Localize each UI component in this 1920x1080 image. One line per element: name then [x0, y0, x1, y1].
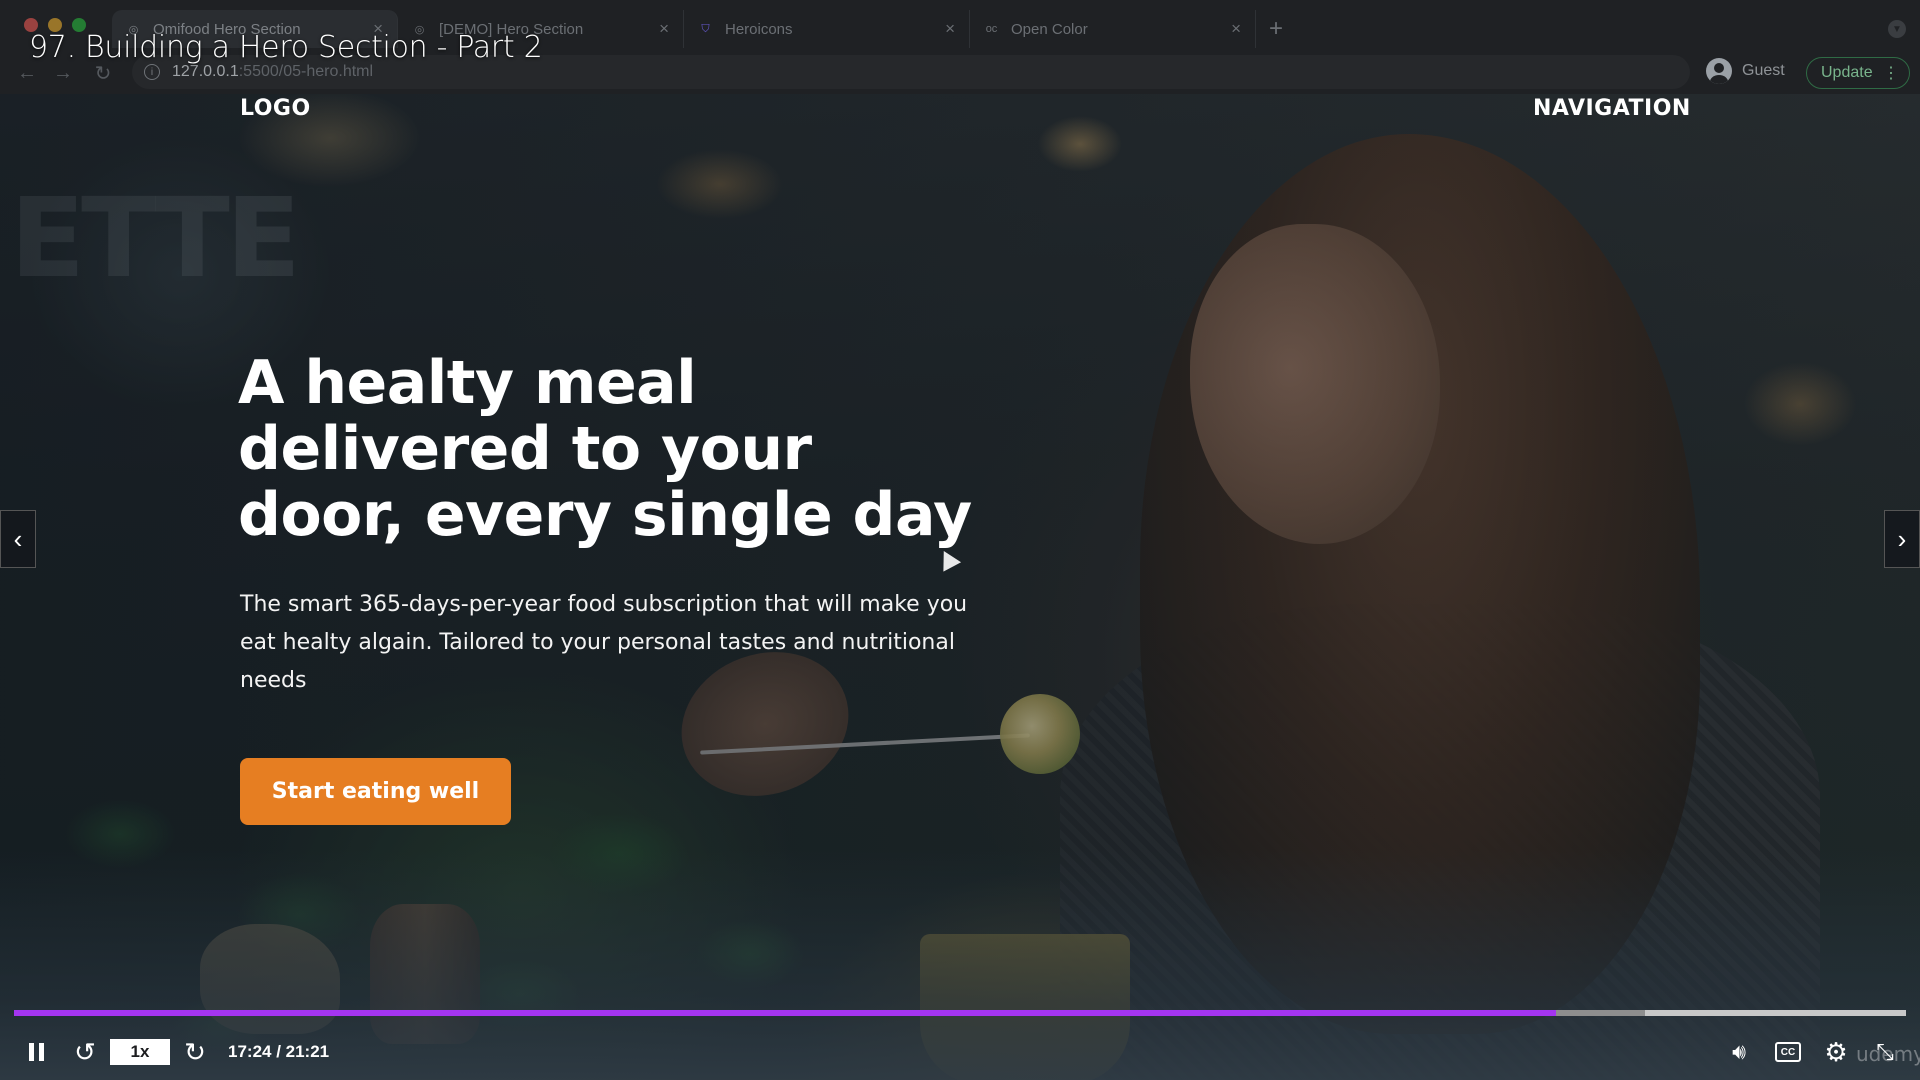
video-title: 97. Building a Hero Section - Part 2 [29, 30, 543, 65]
pause-icon[interactable] [22, 1032, 50, 1072]
new-tab-button[interactable]: + [1256, 10, 1296, 48]
playback-speed-button[interactable]: 1x [110, 1039, 170, 1065]
prev-arrow-icon[interactable]: ‹ [0, 510, 36, 568]
tab-label: Open Color [1011, 20, 1088, 38]
hero-section: ETTE LOGO NAVIGATION A healty meal deliv… [0, 94, 1920, 1080]
oc-icon: oc [985, 23, 998, 35]
hero-content: LOGO NAVIGATION A healty meal delivered … [0, 94, 1920, 1080]
video-controls: ↺ 1x ↻ 17:24 / 21:21 🔊︎ CC ⚙ ⤡ [0, 1032, 1920, 1072]
logo[interactable]: LOGO [240, 96, 311, 121]
time-display: 17:24 / 21:21 [228, 1042, 330, 1061]
udemy-watermark: udemy [1856, 1042, 1920, 1066]
progress-played [14, 1010, 1557, 1016]
profile-button[interactable]: Guest [1706, 58, 1785, 84]
hero-description: The smart 365-days-per-year food subscri… [240, 592, 968, 693]
video-progress-bar[interactable] [14, 1010, 1906, 1016]
shield-icon: ⛉ [701, 22, 710, 35]
settings-icon[interactable]: ⚙ [1820, 1032, 1852, 1072]
tab-search-icon[interactable]: ▼ [1888, 20, 1906, 38]
mouse-cursor-icon [934, 546, 962, 572]
update-button[interactable]: Update ⋮ [1806, 57, 1910, 89]
volume-icon[interactable]: 🔊︎ [1724, 1032, 1754, 1072]
update-label: Update [1821, 64, 1873, 81]
rewind-icon[interactable]: ↺ [70, 1032, 100, 1072]
captions-icon[interactable]: CC [1774, 1032, 1802, 1072]
url-path: :5500/05-hero.html [238, 63, 374, 80]
tab-label: Heroicons [725, 20, 793, 38]
hero-heading: A healty meal delivered to your door, ev… [238, 348, 972, 550]
avatar-icon [1706, 58, 1732, 84]
more-icon: ⋮ [1883, 65, 1899, 82]
navigation[interactable]: NAVIGATION [1533, 96, 1691, 121]
next-arrow-icon[interactable]: › [1884, 510, 1920, 568]
info-icon[interactable]: i [144, 64, 160, 80]
forward-icon[interactable]: ↻ [180, 1032, 210, 1072]
url-host: 127.0.0.1 [172, 63, 239, 80]
tab-open-color[interactable]: oc Open Color × [970, 10, 1256, 48]
start-eating-well-button[interactable]: Start eating well [240, 758, 511, 825]
close-tab-icon[interactable]: × [945, 19, 955, 39]
close-tab-icon[interactable]: × [1231, 19, 1241, 39]
close-tab-icon[interactable]: × [659, 19, 669, 39]
tab-heroicons[interactable]: ⛉ Heroicons × [684, 10, 970, 48]
profile-label: Guest [1742, 62, 1785, 79]
